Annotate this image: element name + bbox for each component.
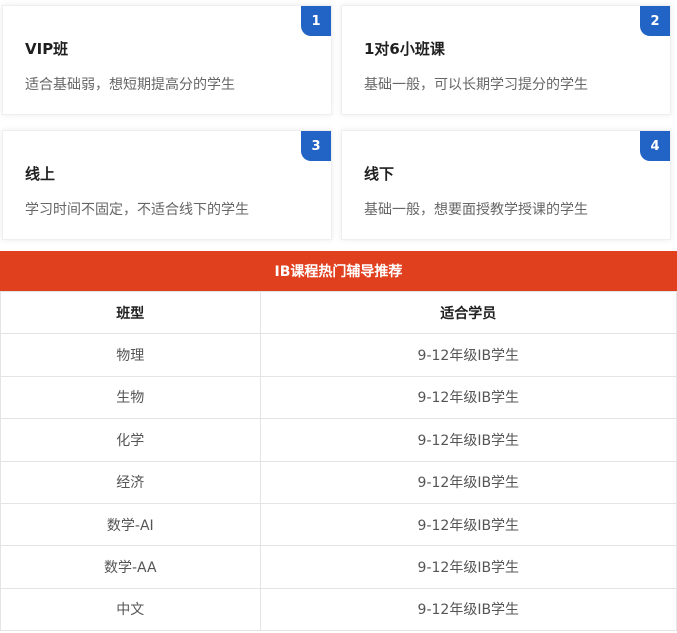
- table-row: 数学-AI 9-12年级IB学生: [0, 502, 677, 547]
- table-cell-subject: 物理: [0, 333, 261, 377]
- card-title: 线下: [364, 165, 395, 183]
- card-description: 适合基础弱，想短期提高分的学生: [25, 77, 235, 93]
- card-badge: 1: [301, 6, 331, 36]
- card-badge: 4: [640, 131, 670, 161]
- card-online[interactable]: 3 线上 学习时间不固定，不适合线下的学生: [2, 130, 332, 240]
- table-cell-students: 9-12年级IB学生: [259, 333, 677, 377]
- table-cell-students: 9-12年级IB学生: [259, 418, 677, 462]
- card-title: 1对6小班课: [364, 40, 445, 58]
- table-cell-students: 9-12年级IB学生: [259, 545, 677, 589]
- table-cell-students: 9-12年级IB学生: [259, 460, 677, 504]
- table-header-class-type: 班型: [0, 290, 261, 335]
- card-title: VIP班: [25, 40, 69, 58]
- course-table: 班型 适合学员 物理 9-12年级IB学生 生物 9-12年级IB学生 化学 9…: [0, 290, 677, 632]
- table-cell-subject: 数学-AA: [0, 545, 261, 589]
- card-title: 线上: [25, 165, 56, 183]
- section-banner: IB课程热门辅导推荐: [0, 251, 677, 291]
- table-cell-students: 9-12年级IB学生: [259, 502, 677, 547]
- table-cell-subject: 数学-AI: [0, 502, 261, 547]
- table-header-students: 适合学员: [259, 290, 677, 335]
- table-row: 物理 9-12年级IB学生: [0, 333, 677, 377]
- card-offline[interactable]: 4 线下 基础一般，想要面授教学授课的学生: [341, 130, 671, 240]
- table-cell-subject: 化学: [0, 418, 261, 462]
- table-row: 中文 9-12年级IB学生: [0, 587, 677, 632]
- table-cell-subject: 中文: [0, 587, 261, 632]
- card-vip[interactable]: 1 VIP班 适合基础弱，想短期提高分的学生: [2, 5, 332, 115]
- table-cell-subject: 生物: [0, 375, 261, 420]
- table-row: 数学-AA 9-12年级IB学生: [0, 545, 677, 589]
- card-small-class[interactable]: 2 1对6小班课 基础一般，可以长期学习提分的学生: [341, 5, 671, 115]
- card-description: 学习时间不固定，不适合线下的学生: [25, 202, 249, 218]
- card-badge: 3: [301, 131, 331, 161]
- card-description: 基础一般，想要面授教学授课的学生: [364, 202, 588, 218]
- card-badge: 2: [640, 6, 670, 36]
- table-header-row: 班型 适合学员: [0, 290, 677, 335]
- table-cell-subject: 经济: [0, 460, 261, 504]
- table-row: 经济 9-12年级IB学生: [0, 460, 677, 504]
- table-cell-students: 9-12年级IB学生: [259, 587, 677, 632]
- card-description: 基础一般，可以长期学习提分的学生: [364, 77, 588, 93]
- table-row: 生物 9-12年级IB学生: [0, 375, 677, 420]
- course-page: 1 VIP班 适合基础弱，想短期提高分的学生 2 1对6小班课 基础一般，可以长…: [0, 0, 677, 633]
- table-row: 化学 9-12年级IB学生: [0, 418, 677, 462]
- table-cell-students: 9-12年级IB学生: [259, 375, 677, 420]
